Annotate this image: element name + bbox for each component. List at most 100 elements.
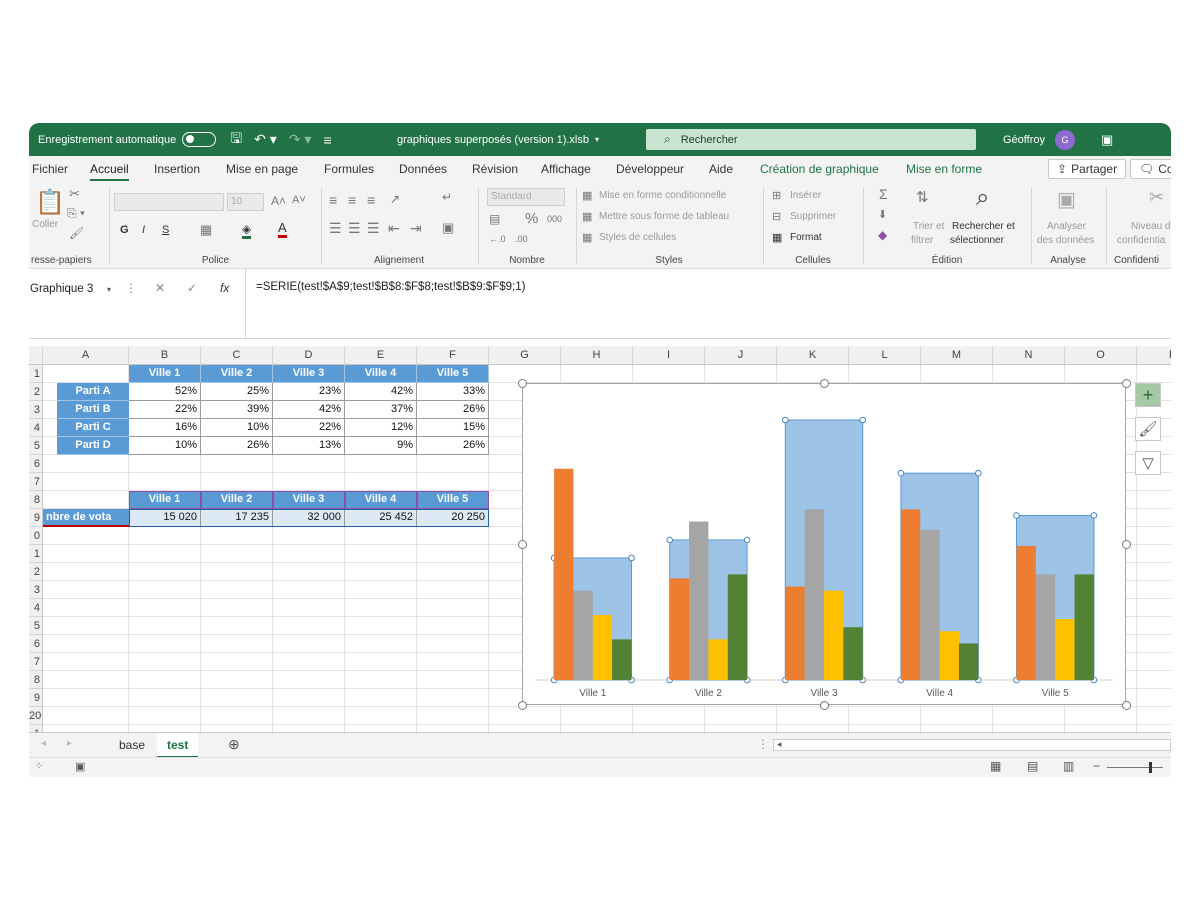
tab-fichier[interactable]: Fichier xyxy=(32,162,68,176)
add-sheet-icon[interactable]: ⊕ xyxy=(228,736,240,753)
column-header[interactable]: M xyxy=(921,346,993,365)
borders-icon[interactable]: ▦ xyxy=(200,222,212,238)
table-cell[interactable]: 13% xyxy=(273,437,345,455)
table-cell[interactable]: 25% xyxy=(201,383,273,401)
sheet-tab-base[interactable]: base xyxy=(109,733,155,758)
tab-donnees[interactable]: Données xyxy=(399,162,447,176)
copy-icon[interactable]: ⎘ ▾ xyxy=(67,206,85,221)
column-header[interactable]: H xyxy=(561,346,633,365)
find-select-label-2[interactable]: sélectionner xyxy=(950,235,1004,246)
find-select-label-1[interactable]: Rechercher et xyxy=(952,221,1015,232)
table-cell[interactable]: 10% xyxy=(129,437,201,455)
more-options-icon[interactable]: ⋮ xyxy=(125,281,137,295)
row-header[interactable]: 1 xyxy=(29,725,43,732)
row-header[interactable]: 9 xyxy=(29,509,43,527)
cell-styles-button[interactable]: Styles de cellules xyxy=(599,232,676,243)
percent-icon[interactable]: % xyxy=(525,210,538,227)
column-header[interactable]: K xyxy=(777,346,849,365)
sensitivity-icon[interactable]: ✂ xyxy=(1149,187,1164,208)
sort-filter-label-2[interactable]: filtrer xyxy=(911,235,933,246)
resize-handle[interactable] xyxy=(1122,701,1131,710)
cancel-icon[interactable]: ✕ xyxy=(155,281,165,295)
row-label-cell[interactable]: Parti D xyxy=(57,437,129,455)
save-icon[interactable]: 🖫 xyxy=(230,128,242,152)
tab-mise-en-page[interactable]: Mise en page xyxy=(226,162,298,176)
resize-handle[interactable] xyxy=(518,379,527,388)
font-size-select[interactable]: 10 xyxy=(227,193,264,211)
worksheet-grid[interactable]: ABCDEFGHIJKLMNOP 1234567890123456789201 … xyxy=(29,339,1171,732)
format-button[interactable]: Format xyxy=(790,232,822,243)
row-header[interactable]: 3 xyxy=(29,581,43,599)
row-header[interactable]: 8 xyxy=(29,491,43,509)
table-cell[interactable]: 23% xyxy=(273,383,345,401)
sensitivity-label-2[interactable]: confidentia xyxy=(1117,235,1165,246)
table-cell[interactable]: 20 250 xyxy=(417,509,489,527)
align-left-icon[interactable]: ☰ xyxy=(329,220,342,237)
tab-aide[interactable]: Aide xyxy=(709,162,733,176)
macro-record-icon[interactable]: ▣ xyxy=(75,760,85,773)
row-header[interactable]: 8 xyxy=(29,671,43,689)
row-header[interactable]: 5 xyxy=(29,617,43,635)
number-format-select[interactable]: Standard xyxy=(487,188,565,206)
table-cell[interactable]: 12% xyxy=(345,419,417,437)
underline-button[interactable]: S xyxy=(162,224,169,236)
ribbon-display-icon[interactable]: ▣ xyxy=(1101,132,1113,148)
column-header[interactable]: L xyxy=(849,346,921,365)
paste-icon[interactable]: 📋 xyxy=(35,188,65,217)
align-middle-icon[interactable]: ≡ xyxy=(348,192,356,208)
table-cell[interactable]: 42% xyxy=(345,383,417,401)
column-header[interactable]: G xyxy=(489,346,561,365)
sensitivity-label-1[interactable]: Niveau d xyxy=(1131,221,1170,232)
row-header[interactable]: 20 xyxy=(29,707,43,725)
table-cell[interactable]: 52% xyxy=(129,383,201,401)
chart-styles-button[interactable]: 🖌 xyxy=(1135,417,1161,441)
table-cell[interactable]: 15% xyxy=(417,419,489,437)
row-header[interactable]: 7 xyxy=(29,473,43,491)
table-cell[interactable]: 16% xyxy=(129,419,201,437)
scroll-left-arrow-icon[interactable]: ◂ xyxy=(777,739,782,750)
analyze-data-icon[interactable]: ▣ xyxy=(1057,187,1076,212)
series-name-cell[interactable]: nbre de vota xyxy=(43,509,129,527)
row-label-cell[interactable]: Parti A xyxy=(57,383,129,401)
table-header-cell[interactable]: Ville 2 xyxy=(201,365,273,383)
analyze-data-label-1[interactable]: Analyser xyxy=(1047,221,1086,232)
chart-elements-button[interactable]: + xyxy=(1135,383,1161,407)
chart[interactable]: Ville 1 Ville 2 Ville 3 Ville 4 Ville 5 xyxy=(518,379,1131,710)
resize-handle[interactable] xyxy=(820,701,829,710)
table-cell[interactable]: 26% xyxy=(417,401,489,419)
row-header[interactable]: 2 xyxy=(29,383,43,401)
delete-button[interactable]: Supprimer xyxy=(790,211,836,222)
file-name[interactable]: graphiques superposés (version 1).xlsb xyxy=(397,134,589,146)
table-cell[interactable]: 42% xyxy=(273,401,345,419)
table-header-cell[interactable]: Ville 3 xyxy=(273,365,345,383)
table-header-cell[interactable]: Ville 1 xyxy=(129,491,201,509)
font-grow-icon[interactable]: A˄ xyxy=(271,194,286,208)
column-header[interactable]: A xyxy=(43,346,129,365)
cut-icon[interactable]: ✂ xyxy=(69,186,80,202)
function-icon[interactable]: fx xyxy=(220,281,229,295)
tab-mise-en-forme[interactable]: Mise en forme xyxy=(906,162,982,176)
formula-input[interactable]: =SERIE(test!$A$9;test!$B$8:$F$8;test!$B$… xyxy=(245,269,1171,339)
fill-icon[interactable]: ⬇ xyxy=(878,208,887,221)
normal-view-icon[interactable]: ▦ xyxy=(990,759,1001,773)
select-all-corner[interactable] xyxy=(29,346,43,365)
row-header[interactable]: 1 xyxy=(29,365,43,383)
table-cell[interactable]: 37% xyxy=(345,401,417,419)
table-header-cell[interactable]: Ville 5 xyxy=(417,365,489,383)
tab-developpeur[interactable]: Développeur xyxy=(616,162,684,176)
zoom-out-icon[interactable]: − xyxy=(1093,759,1100,773)
table-header-cell[interactable]: Ville 4 xyxy=(345,491,417,509)
sort-filter-icon[interactable]: ⇅ xyxy=(916,188,929,206)
table-cell[interactable]: 22% xyxy=(129,401,201,419)
table-cell[interactable]: 10% xyxy=(201,419,273,437)
insert-icon[interactable]: ⊞ xyxy=(772,189,781,202)
undo-icon[interactable]: ↶ ▾ xyxy=(254,131,277,148)
column-header[interactable]: O xyxy=(1065,346,1137,365)
avatar[interactable]: G xyxy=(1055,129,1075,150)
table-header-cell[interactable]: Ville 3 xyxy=(273,491,345,509)
row-header[interactable]: 4 xyxy=(29,419,43,437)
resize-handle[interactable] xyxy=(518,540,527,549)
column-header[interactable]: F xyxy=(417,346,489,365)
bold-button[interactable]: G xyxy=(120,224,129,236)
resize-handle[interactable] xyxy=(518,701,527,710)
